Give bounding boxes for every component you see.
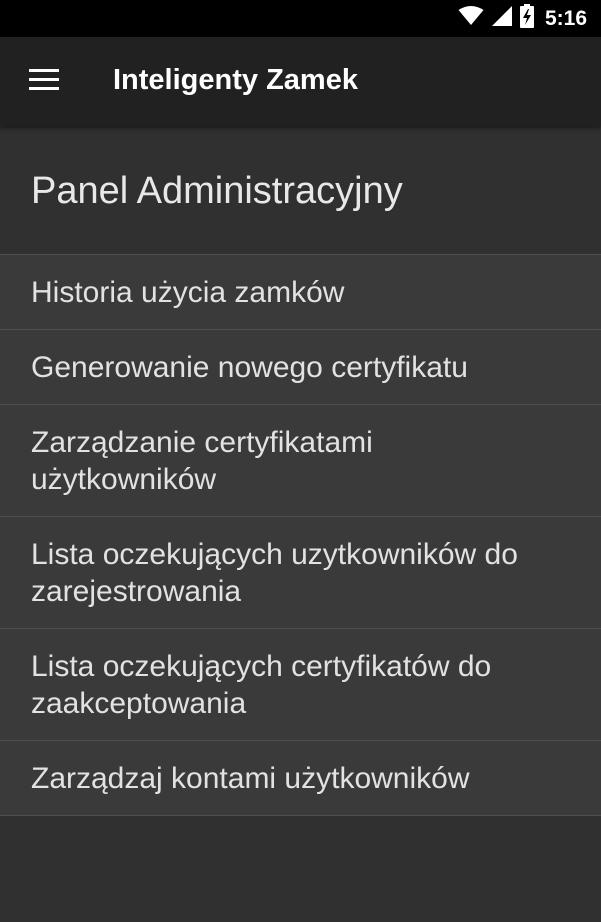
panel-header: Panel Administracyjny [0,126,601,254]
menu-item-label: Zarządzaj kontami użytkowników [31,761,470,795]
menu-item-pending-certificates[interactable]: Lista oczekujących certyfikatów do zaakc… [0,629,601,741]
status-icons: 5:16 [458,0,587,37]
menu-item-label: Lista oczekujących certyfikatów do zaakc… [31,649,492,720]
status-time: 5:16 [544,6,587,30]
main-content: Panel Administracyjny Historia użycia za… [0,126,601,922]
wifi-icon [458,6,484,31]
menu-item-manage-accounts[interactable]: Zarządzaj kontami użytkowników [0,741,601,816]
menu-item-pending-users[interactable]: Lista oczekujących uzytkowników do zarej… [0,517,601,629]
menu-button[interactable] [18,59,70,105]
signal-icon [491,5,513,32]
status-bar: 5:16 [0,0,601,37]
menu-item-label: Historia użycia zamków [31,275,345,309]
page-title: Panel Administracyjny [31,170,403,212]
menu-item-manage-certificates[interactable]: Zarządzanie certyfikatami użytkowników [0,405,601,517]
menu-item-label: Generowanie nowego certyfikatu [31,350,468,384]
hamburger-menu-icon [29,68,59,96]
admin-menu-list: Historia użycia zamków Generowanie noweg… [0,254,601,816]
battery-charging-icon [519,4,534,33]
app-title: Inteligenty Zamek [113,64,358,96]
menu-item-label: Lista oczekujących uzytkowników do zarej… [31,537,518,608]
menu-item-generate-certificate[interactable]: Generowanie nowego certyfikatu [0,330,601,405]
menu-item-usage-history[interactable]: Historia użycia zamków [0,255,601,330]
menu-item-label: Zarządzanie certyfikatami użytkowników [31,425,373,496]
app-bar: Inteligenty Zamek [0,37,601,126]
